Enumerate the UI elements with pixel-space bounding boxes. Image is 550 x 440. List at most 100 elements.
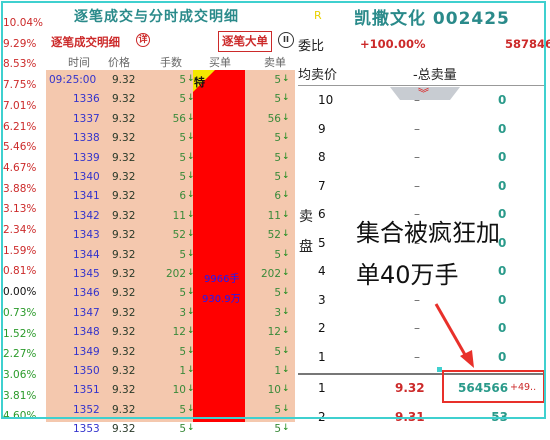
scale-tick: 0.73% <box>3 306 37 319</box>
total-sell-label: -总卖量 <box>413 68 457 83</box>
down-arrow-icon: ↓ <box>282 112 290 123</box>
table-row[interactable]: 1337 9.32 56 ↓ 56 ↓ <box>46 110 295 129</box>
row-sell: 1 <box>274 365 281 377</box>
scale-tick: 0.81% <box>3 265 37 278</box>
row-sell: 3 <box>274 306 281 319</box>
col-sell: 卖单 <box>264 56 286 69</box>
level-number: 1 <box>318 349 326 364</box>
down-arrow-icon: ↓ <box>187 112 195 123</box>
down-arrow-icon: ↓ <box>282 74 290 84</box>
table-row[interactable]: 1347 9.32 3 ↓ 3 ↓ <box>46 304 295 323</box>
pause-icon[interactable]: II <box>278 32 294 48</box>
scale-tick: 7.01% <box>3 99 37 112</box>
table-row[interactable]: 1346 9.32 5 ↓ 5 ↓ <box>46 284 295 303</box>
table-row[interactable]: 1340 9.32 5 ↓ 5 ↓ <box>46 168 295 187</box>
row-id: 1344 <box>73 248 100 261</box>
down-arrow-icon: ↓ <box>187 268 195 278</box>
down-arrow-icon: ↓ <box>187 209 195 220</box>
row-hands: 52 <box>172 229 186 242</box>
sell-level-row[interactable]: 1 – 0 <box>298 344 546 373</box>
table-row[interactable]: 1341 9.32 6 ↓ 6 ↓ <box>46 187 295 206</box>
stock-brand: 凯撒文化 002425 <box>354 9 510 29</box>
row-sell: 202 <box>260 268 281 280</box>
row-hands: 11 <box>172 209 186 222</box>
table-row[interactable]: 1343 9.32 52 ↓ 52 ↓ <box>46 226 295 245</box>
level-qty: 0 <box>498 150 507 164</box>
down-arrow-icon: ↓ <box>187 423 195 434</box>
table-row[interactable]: 1352 9.32 5 ↓ 5 ↓ <box>46 401 295 420</box>
row-price: 9.32 <box>112 365 136 377</box>
level-qty: 0 <box>498 349 507 364</box>
scale-tick: 3.13% <box>3 203 37 216</box>
level-price: – <box>414 178 420 193</box>
down-arrow-icon: ↓ <box>282 287 290 298</box>
table-row[interactable]: 1348 9.32 12 ↓ 12 ↓ <box>46 323 295 342</box>
sell-level-row[interactable]: 8 – 0 <box>298 144 546 173</box>
down-arrow-icon: ↓ <box>187 326 195 337</box>
annotation-arrow <box>434 303 474 368</box>
row-price: 9.32 <box>112 229 136 242</box>
scale-tick: 6.21% <box>3 120 37 133</box>
row-time: 09:25:00 <box>49 74 97 86</box>
row-hands: 3 <box>179 306 186 319</box>
table-row[interactable]: 1351 9.32 10 ↓ 10 ↓ <box>46 381 295 400</box>
row-id: 1346 <box>73 287 100 300</box>
row-sell: 11 <box>267 209 281 222</box>
row-sell: 5 <box>274 171 281 183</box>
row-sell: 5 <box>274 423 281 436</box>
arrow-shaft <box>434 303 470 361</box>
row-price: 9.32 <box>112 112 136 125</box>
row-hands: 5 <box>179 93 186 106</box>
table-row[interactable]: 1342 9.32 11 ↓ 11 ↓ <box>46 207 295 226</box>
table-row[interactable]: 1345 9.32 202 ↓ 202 ↓ <box>46 265 295 284</box>
level-qty: 0 <box>498 321 507 335</box>
detail-icon[interactable]: 详 <box>136 33 150 47</box>
level-number: 9 <box>318 121 326 136</box>
down-arrow-icon: ↓ <box>282 384 290 395</box>
scale-tick: 3.06% <box>3 368 37 381</box>
table-row[interactable]: 1339 9.32 5 ↓ 5 ↓ <box>46 149 295 168</box>
down-arrow-icon: ↓ <box>187 229 195 240</box>
down-arrow-icon: ↓ <box>187 384 195 395</box>
table-row[interactable]: 1344 9.32 5 ↓ 5 ↓ <box>46 246 295 265</box>
row-price: 9.32 <box>112 268 136 280</box>
row-id: 1339 <box>73 151 100 164</box>
row-id: 1343 <box>73 229 100 242</box>
sell-level-row[interactable]: 7 – 0 <box>298 173 546 202</box>
table-row[interactable]: 1338 9.32 5 ↓ 5 ↓ <box>46 129 295 148</box>
down-arrow-icon: ↓ <box>282 326 290 337</box>
table-row[interactable]: 1350 9.32 1 ↓ 1 ↓ <box>46 362 295 381</box>
level-price: – <box>414 349 420 364</box>
table-row[interactable]: 09:25:00 9.32 5 ↓ 5 ↓ <box>46 71 295 90</box>
big-order-button[interactable]: 逐笔大单 <box>218 31 272 52</box>
buy-level-row[interactable]: 2 9.31 53 <box>298 404 546 433</box>
row-id: 1342 <box>73 209 100 222</box>
down-arrow-icon: ↓ <box>187 93 195 104</box>
r-mark: R <box>314 9 322 22</box>
row-id: 1341 <box>73 190 100 203</box>
level-number: 1 <box>318 381 326 395</box>
down-arrow-icon: ↓ <box>187 403 195 414</box>
row-hands: 5 <box>179 248 186 261</box>
row-sell: 5 <box>274 132 281 145</box>
row-price: 9.32 <box>112 326 136 339</box>
down-arrow-icon: ↓ <box>282 93 290 104</box>
col-hands: 手数 <box>160 56 182 69</box>
row-id: 1340 <box>73 171 100 183</box>
level-price: 9.31 <box>395 409 425 424</box>
weibi-value: +100.00% <box>360 37 426 51</box>
sell-level-row[interactable]: 2 – 0 <box>298 315 546 344</box>
sell-level-row[interactable]: 10 – 0 <box>298 87 546 116</box>
row-price: 9.32 <box>112 209 136 222</box>
scale-tick: 2.34% <box>3 224 37 236</box>
table-row[interactable]: 1353 9.32 5 ↓ 5 ↓ <box>46 420 295 439</box>
row-id: 1336 <box>73 93 100 106</box>
sell-level-row[interactable]: 9 – 0 <box>298 116 546 145</box>
down-arrow-icon: ↓ <box>282 248 290 259</box>
table-row[interactable]: 1336 9.32 5 ↓ 5 ↓ <box>46 90 295 109</box>
level-number: 10 <box>318 93 334 107</box>
row-hands: 5 <box>179 74 186 86</box>
row-hands: 56 <box>172 112 186 125</box>
avg-sell-label: 均卖价 <box>298 68 338 83</box>
table-row[interactable]: 1349 9.32 5 ↓ 5 ↓ <box>46 343 295 362</box>
